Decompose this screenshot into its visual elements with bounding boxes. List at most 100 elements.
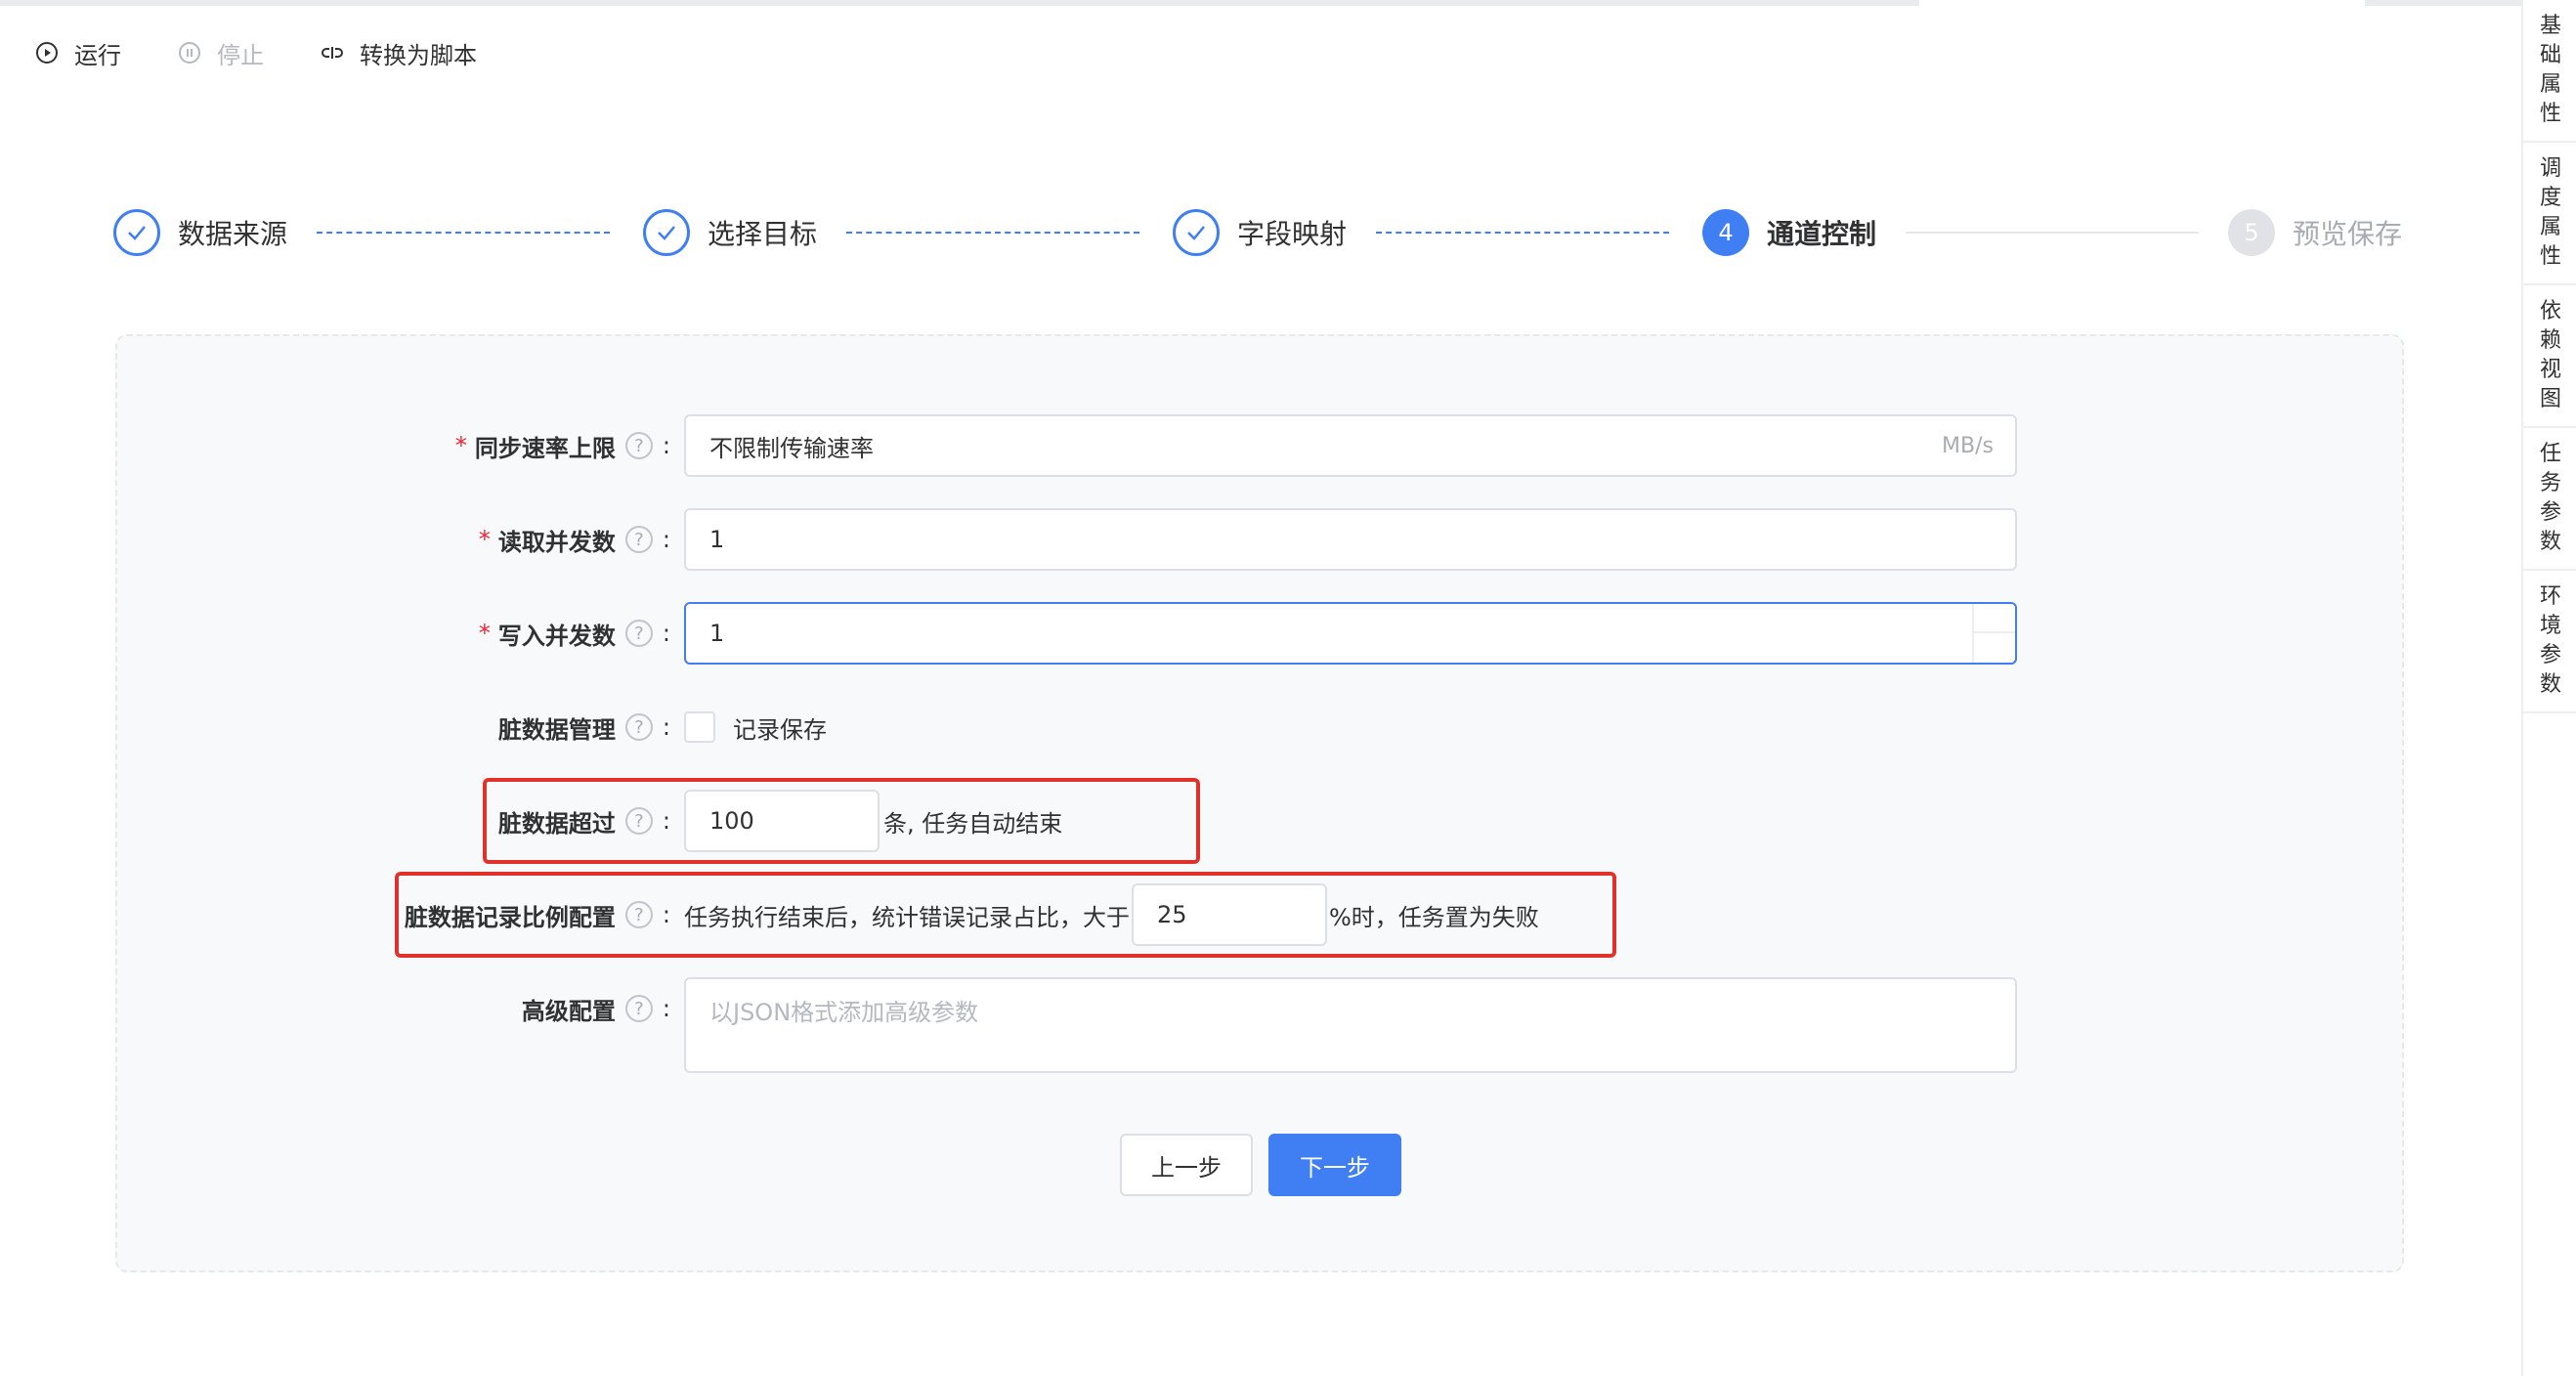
- step-label: 字段映射: [1237, 218, 1348, 250]
- side-tab-env-params[interactable]: 环 境 参 数: [2523, 571, 2576, 713]
- play-circle-icon: [35, 41, 59, 64]
- side-tab-char: 参: [2539, 500, 2561, 525]
- side-tab-char: 基: [2539, 14, 2561, 38]
- side-tab-char: 性: [2539, 102, 2561, 126]
- check-icon: [643, 209, 690, 256]
- required-mark: *: [478, 526, 491, 553]
- rate-limit-unit: MB/s: [1942, 433, 1994, 458]
- run-button[interactable]: 运行: [35, 36, 121, 70]
- side-tab-char: 调: [2539, 156, 2561, 181]
- step-channel-control[interactable]: 4 通道控制: [1702, 207, 1876, 258]
- step-connector: [317, 232, 610, 234]
- colon: :: [662, 526, 670, 553]
- form-row-write-concurrency: * 写入并发数 ? : 1: [117, 602, 2404, 665]
- write-concurrency-input[interactable]: 1: [684, 602, 2017, 665]
- help-icon[interactable]: ?: [624, 620, 653, 647]
- check-icon: [113, 209, 160, 256]
- form-row-read-concurrency: * 读取并发数 ? : 1: [117, 508, 2404, 571]
- record-save-checkbox[interactable]: [684, 711, 715, 743]
- help-icon[interactable]: ?: [624, 713, 653, 741]
- step-label: 通道控制: [1767, 218, 1877, 250]
- required-mark: *: [454, 432, 467, 459]
- side-tab-char: 务: [2539, 471, 2561, 495]
- prev-step-button[interactable]: 上一步: [1120, 1134, 1253, 1196]
- advanced-label: 高级配置: [521, 997, 616, 1025]
- advanced-config-textarea[interactable]: 以JSON格式添加高级参数: [684, 977, 2017, 1073]
- colon: :: [662, 620, 670, 647]
- step-number-badge: 4: [1702, 209, 1749, 256]
- step-data-source[interactable]: 数据来源: [113, 207, 287, 258]
- step-connector: [1906, 232, 2199, 234]
- help-icon[interactable]: ?: [624, 432, 653, 459]
- form-label: * 同步速率上限 ? :: [117, 429, 684, 463]
- step-preview-save[interactable]: 5 预览保存: [2228, 207, 2402, 258]
- next-step-button[interactable]: 下一步: [1268, 1134, 1401, 1196]
- colon: :: [662, 432, 670, 459]
- step-connector: [1376, 232, 1669, 234]
- side-tab-char: 参: [2539, 643, 2561, 667]
- step-select-target[interactable]: 选择目标: [643, 207, 817, 258]
- steps-bar: 数据来源 选择目标 字段映射 4 通道控制 5 预览保存: [113, 207, 2404, 258]
- pause-circle-icon: [178, 41, 201, 64]
- form-row-rate-limit: * 同步速率上限 ? : 不限制传输速率 MB/s: [117, 414, 2404, 477]
- record-save-label[interactable]: 记录保存: [733, 710, 827, 745]
- highlight-box-dirty-exceed: [483, 778, 1200, 864]
- form-label: * 写入并发数 ? :: [117, 617, 684, 651]
- form-label: 高级配置 ? :: [117, 977, 684, 1040]
- side-tab-char: 任: [2539, 442, 2561, 466]
- rate-limit-label: 同步速率上限: [474, 434, 616, 462]
- form-label: * 读取并发数 ? :: [117, 523, 684, 557]
- read-concurrency-input[interactable]: 1: [684, 508, 2017, 571]
- toolbar: 运行 停止 转换为脚本: [35, 33, 534, 72]
- form-row-dirty-exceed: 脏数据超过 ? : 100 条, 任务自动结束: [117, 790, 2404, 852]
- step-label: 选择目标: [708, 218, 818, 250]
- form-row-advanced: 高级配置 ? : 以JSON格式添加高级参数: [117, 977, 2404, 1073]
- step-number-badge: 5: [2228, 209, 2275, 256]
- side-tab-char: 赖: [2539, 328, 2561, 353]
- colon: :: [662, 995, 670, 1022]
- read-concurrency-label: 读取并发数: [497, 528, 616, 556]
- write-concurrency-value: 1: [709, 620, 725, 647]
- form-label: 脏数据管理 ? :: [117, 710, 684, 745]
- run-button-label: 运行: [74, 41, 121, 69]
- side-tab-char: 环: [2539, 584, 2561, 609]
- side-tab-dependency-view[interactable]: 依 赖 视 图: [2523, 285, 2576, 428]
- help-icon[interactable]: ?: [624, 995, 653, 1022]
- side-tab-char: 度: [2539, 186, 2561, 210]
- side-tab-basic-properties[interactable]: 基 础 属 性: [2523, 0, 2576, 143]
- step-connector: [846, 232, 1139, 234]
- link-icon: [321, 41, 344, 64]
- help-icon[interactable]: ?: [624, 526, 653, 553]
- side-tab-char: 数: [2539, 530, 2561, 554]
- dirty-management-label: 脏数据管理: [497, 715, 616, 744]
- colon: :: [662, 713, 670, 741]
- side-tab-char: 依: [2539, 299, 2561, 323]
- side-tab-char: 视: [2539, 358, 2561, 382]
- side-tab-task-params[interactable]: 任 务 参 数: [2523, 428, 2576, 571]
- side-tab-char: 属: [2539, 215, 2561, 239]
- step-label: 数据来源: [178, 218, 288, 250]
- side-tab-char: 性: [2539, 244, 2561, 269]
- top-progress-line-right: [2365, 0, 2521, 6]
- step-field-mapping[interactable]: 字段映射: [1173, 207, 1347, 258]
- number-stepper[interactable]: [1972, 604, 2015, 663]
- write-concurrency-label: 写入并发数: [497, 622, 616, 650]
- check-icon: [1173, 209, 1220, 256]
- read-concurrency-value: 1: [709, 526, 725, 553]
- step-label: 预览保存: [2293, 218, 2403, 250]
- form-row-dirty-management: 脏数据管理 ? : 记录保存: [117, 696, 2404, 758]
- side-tab-char: 础: [2539, 43, 2561, 67]
- channel-control-form: * 同步速率上限 ? : 不限制传输速率 MB/s * 读取并发数 ? : 1 …: [115, 334, 2404, 1272]
- highlight-box-dirty-ratio: [395, 872, 1616, 958]
- right-side-panel: 基 础 属 性 调 度 属 性 依 赖 视 图 任 务 参 数 环 境 参 数: [2521, 0, 2576, 1376]
- top-progress-line: [0, 0, 1919, 6]
- required-mark: *: [478, 620, 491, 647]
- rate-limit-value: 不限制传输速率: [709, 434, 874, 462]
- rate-limit-input[interactable]: 不限制传输速率 MB/s: [684, 414, 2017, 477]
- side-tab-char: 属: [2539, 72, 2561, 97]
- stop-button[interactable]: 停止: [178, 36, 264, 70]
- side-tab-char: 图: [2539, 387, 2561, 411]
- side-tab-schedule-properties[interactable]: 调 度 属 性: [2523, 143, 2576, 285]
- convert-to-script-button[interactable]: 转换为脚本: [321, 36, 477, 70]
- stop-button-label: 停止: [217, 41, 264, 69]
